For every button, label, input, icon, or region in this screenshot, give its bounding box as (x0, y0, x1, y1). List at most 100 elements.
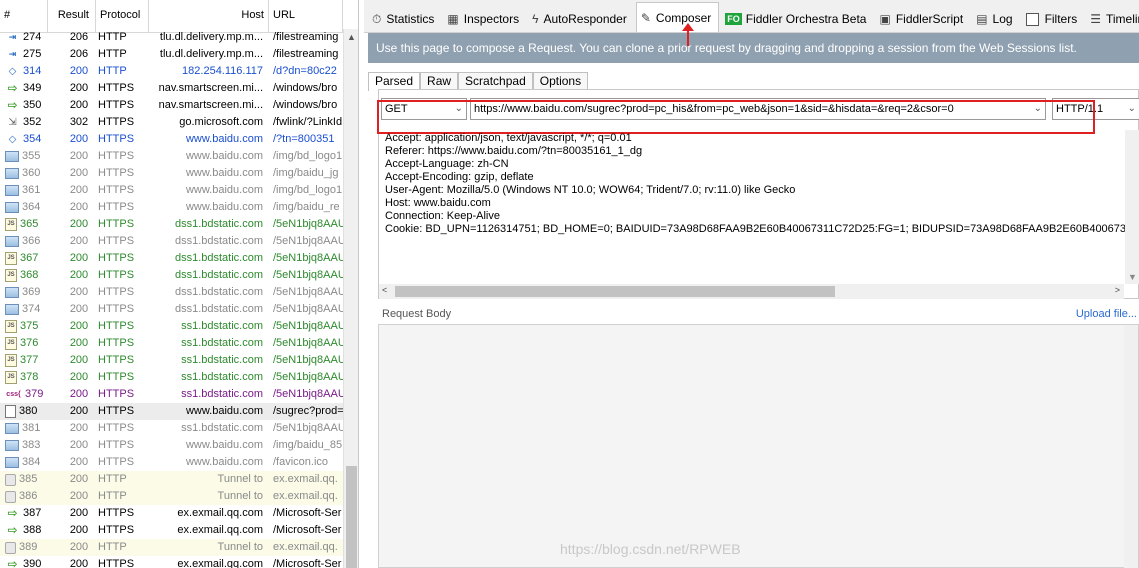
upload-file-link[interactable]: Upload file... (1076, 308, 1137, 320)
sessions-scrollbar[interactable]: ▲ (343, 29, 358, 568)
body-scrollbar[interactable] (1124, 325, 1138, 568)
session-host: dss1.bdstatic.com (174, 303, 263, 315)
session-row[interactable]: 384 200 HTTPS www.baidu.com/favicon.ico (0, 454, 343, 471)
main-tabbar: ⏱ Statistics ▦ Inspectors ϟ AutoResponder ✎ Com… (364, 0, 1139, 33)
session-protocol: HTTPS (98, 235, 135, 247)
column-header-url[interactable]: URL (269, 0, 343, 32)
tab-filters[interactable]: Filters (1022, 6, 1085, 32)
session-row[interactable]: 386 200 HTTP Tunnel to ex.exmail.qq. (0, 488, 343, 505)
session-row[interactable]: ⇨ 390 200 HTTPS ex.exmail.qq.com/Microsoft-S… (0, 556, 343, 568)
subtab-options[interactable]: Options (532, 72, 589, 90)
header-line: Connection: Keep-Alive (385, 210, 500, 222)
session-row[interactable]: ⇨ 350 200 HTTPS nav.smartscreen.mi... /window… (0, 97, 343, 114)
session-row[interactable]: JS 377 200 HTTPS ss1.bdstatic.com/5eN1bjq8AA… (0, 352, 343, 369)
headers-vertical-scrollbar[interactable]: ▼ (1125, 130, 1139, 284)
session-number: 381 (0, 420, 48, 437)
session-row[interactable]: JS 378 200 HTTPS ss1.bdstatic.com/5eN1bjq8AA… (0, 369, 343, 386)
session-row[interactable]: JS 368 200 HTTPS dss1.bdstatic.com/5eN1bjq8A… (0, 267, 343, 284)
download-icon: ⇥ (8, 49, 17, 59)
session-result: 302 (69, 116, 89, 128)
session-result: 200 (69, 218, 89, 230)
subtab-raw[interactable]: Raw (420, 72, 459, 90)
download-icon: ⇥ (8, 32, 17, 42)
session-number-text: 374 (22, 303, 41, 315)
session-row[interactable]: 366 200 HTTPS dss1.bdstatic.com/5eN1bjq8AAU (0, 233, 343, 250)
headers-horizontal-scrollbar[interactable]: < > (379, 284, 1124, 299)
tab-inspectors[interactable]: ▦ Inspectors (443, 6, 526, 32)
session-row[interactable]: ⇨ 349 200 HTTPS nav.smartscreen.mi... /window… (0, 80, 343, 97)
scroll-up-icon[interactable]: ▲ (344, 29, 358, 46)
session-row[interactable]: 361 200 HTTPS www.baidu.com/img/bd_logo1 (0, 182, 343, 199)
session-number: JS 368 (0, 267, 48, 284)
tab-fiddlerscript[interactable]: ▣ FiddlerScript (875, 6, 970, 32)
session-row[interactable]: css{379 200 HTTPS ss1.bdstatic.com/5eN1bjq8… (0, 386, 343, 403)
tab-composer[interactable]: ✎ Composer (635, 2, 720, 32)
session-number-text: 364 (22, 201, 41, 213)
session-row[interactable]: ⇲ 352 302 HTTPS go.microsoft.com/fwlink/?Lin… (0, 114, 343, 131)
scrollbar-thumb[interactable] (346, 466, 357, 568)
checkbox-icon[interactable] (1025, 12, 1039, 26)
scrollbar-thumb[interactable] (395, 286, 835, 297)
session-row[interactable]: 383 200 HTTPS www.baidu.com/img/baidu_85 (0, 437, 343, 454)
session-row[interactable]: JS 375 200 HTTPS ss1.bdstatic.com/5eN1bjq8AA… (0, 318, 343, 335)
session-host: tlu.dl.delivery.mp.m... (159, 31, 263, 43)
session-row[interactable]: ⇨ 388 200 HTTPS ex.exmail.qq.com/Microsoft-S… (0, 522, 343, 539)
session-result: 200 (69, 303, 89, 315)
session-protocol: HTTPS (98, 337, 135, 349)
lock-icon (5, 473, 16, 486)
session-row[interactable]: 360 200 HTTPS www.baidu.com/img/baidu_jg (0, 165, 343, 182)
tab-timeline[interactable]: ☰ Timeline (1086, 6, 1139, 32)
header-line: Referer: https://www.baidu.com/?tn=80035… (385, 145, 643, 157)
session-number: ⇨ 390 (0, 556, 48, 568)
session-row[interactable]: JS 367 200 HTTPS dss1.bdstatic.com/5eN1bjq8A… (0, 250, 343, 267)
session-number-text: 386 (19, 490, 38, 502)
request-body-textarea[interactable] (378, 324, 1139, 568)
session-row[interactable]: 380 200 HTTPS www.baidu.com/sugrec?prod= (0, 403, 343, 420)
session-row[interactable]: ⇥ 275 206 HTTP tlu.dl.delivery.mp.m... /files… (0, 46, 343, 63)
session-row[interactable]: ⇥ 274 206 HTTP tlu.dl.delivery.mp.m... /files… (0, 29, 343, 46)
session-number-text: 360 (22, 167, 41, 179)
session-protocol: HTTP (98, 541, 127, 553)
session-result: 200 (69, 99, 89, 111)
session-host: www.baidu.com (185, 150, 263, 162)
tab-log[interactable]: ▤ Log (972, 6, 1019, 32)
session-row[interactable]: JS 365 200 HTTPS dss1.bdstatic.com/5eN1bjq8A… (0, 216, 343, 233)
session-result: 200 (69, 490, 89, 502)
scroll-left-icon[interactable]: < (382, 285, 387, 295)
column-header-host[interactable]: Host (149, 0, 269, 32)
session-row[interactable]: ⇨ 387 200 HTTPS ex.exmail.qq.com/Microsoft-S… (0, 505, 343, 522)
session-row[interactable]: 374 200 HTTPS dss1.bdstatic.com/5eN1bjq8AAU (0, 301, 343, 318)
session-row[interactable]: 381 200 HTTPS ss1.bdstatic.com/5eN1bjq8AAU (0, 420, 343, 437)
session-row[interactable]: ◇ 354 200 HTTPS www.baidu.com /?tn=800351 (0, 131, 343, 148)
scroll-down-icon[interactable]: ▼ (1128, 272, 1137, 282)
session-row[interactable]: JS 376 200 HTTPS ss1.bdstatic.com/5eN1bjq8AA… (0, 335, 343, 352)
request-body-label: Request Body (382, 308, 452, 320)
session-url: /img/bd_logo1 (273, 150, 343, 162)
lock-icon (5, 541, 16, 554)
session-number-text: 389 (19, 541, 38, 553)
session-row[interactable]: 389 200 HTTP Tunnel to ex.exmail.qq. (0, 539, 343, 556)
column-header-result[interactable]: Result (48, 0, 96, 32)
tab-statistics[interactable]: ⏱ Statistics (368, 6, 441, 32)
session-url: /5eN1bjq8AAU (273, 235, 343, 247)
scroll-right-icon[interactable]: > (1115, 285, 1120, 295)
session-number-text: 354 (23, 133, 42, 145)
column-header-protocol[interactable]: Protocol (96, 0, 149, 32)
session-row[interactable]: ◇ 314 200 HTTP 182.254.116.117/d?dn=80c22 (0, 63, 343, 80)
column-header-number[interactable]: # (0, 0, 48, 32)
session-row[interactable]: 364 200 HTTPS www.baidu.com/img/baidu_re (0, 199, 343, 216)
session-number-text: 349 (23, 82, 42, 94)
session-result: 200 (69, 456, 89, 468)
session-row[interactable]: 369 200 HTTPS dss1.bdstatic.com/5eN1bjq8AAU (0, 284, 343, 301)
session-number: 384 (0, 454, 48, 471)
session-row[interactable]: 385 200 HTTP Tunnel to ex.exmail.qq. (0, 471, 343, 488)
request-headers-textarea[interactable]: Accept: application/json, text/javascrip… (385, 132, 1125, 282)
tab-autoresponder[interactable]: ϟ AutoResponder (528, 6, 634, 32)
session-host: ss1.bdstatic.com (181, 422, 263, 434)
session-row[interactable]: 355 200 HTTPS www.baidu.com/img/bd_logo1 (0, 148, 343, 165)
session-protocol: HTTPS (98, 320, 135, 332)
compose-icon: ✎ (640, 10, 651, 25)
tab-fiddler-orchestra-beta[interactable]: FO Fiddler Orchestra Beta (721, 6, 873, 32)
header-line: Accept-Encoding: gzip, deflate (385, 171, 534, 183)
subtab-scratchpad[interactable]: Scratchpad (458, 72, 533, 90)
